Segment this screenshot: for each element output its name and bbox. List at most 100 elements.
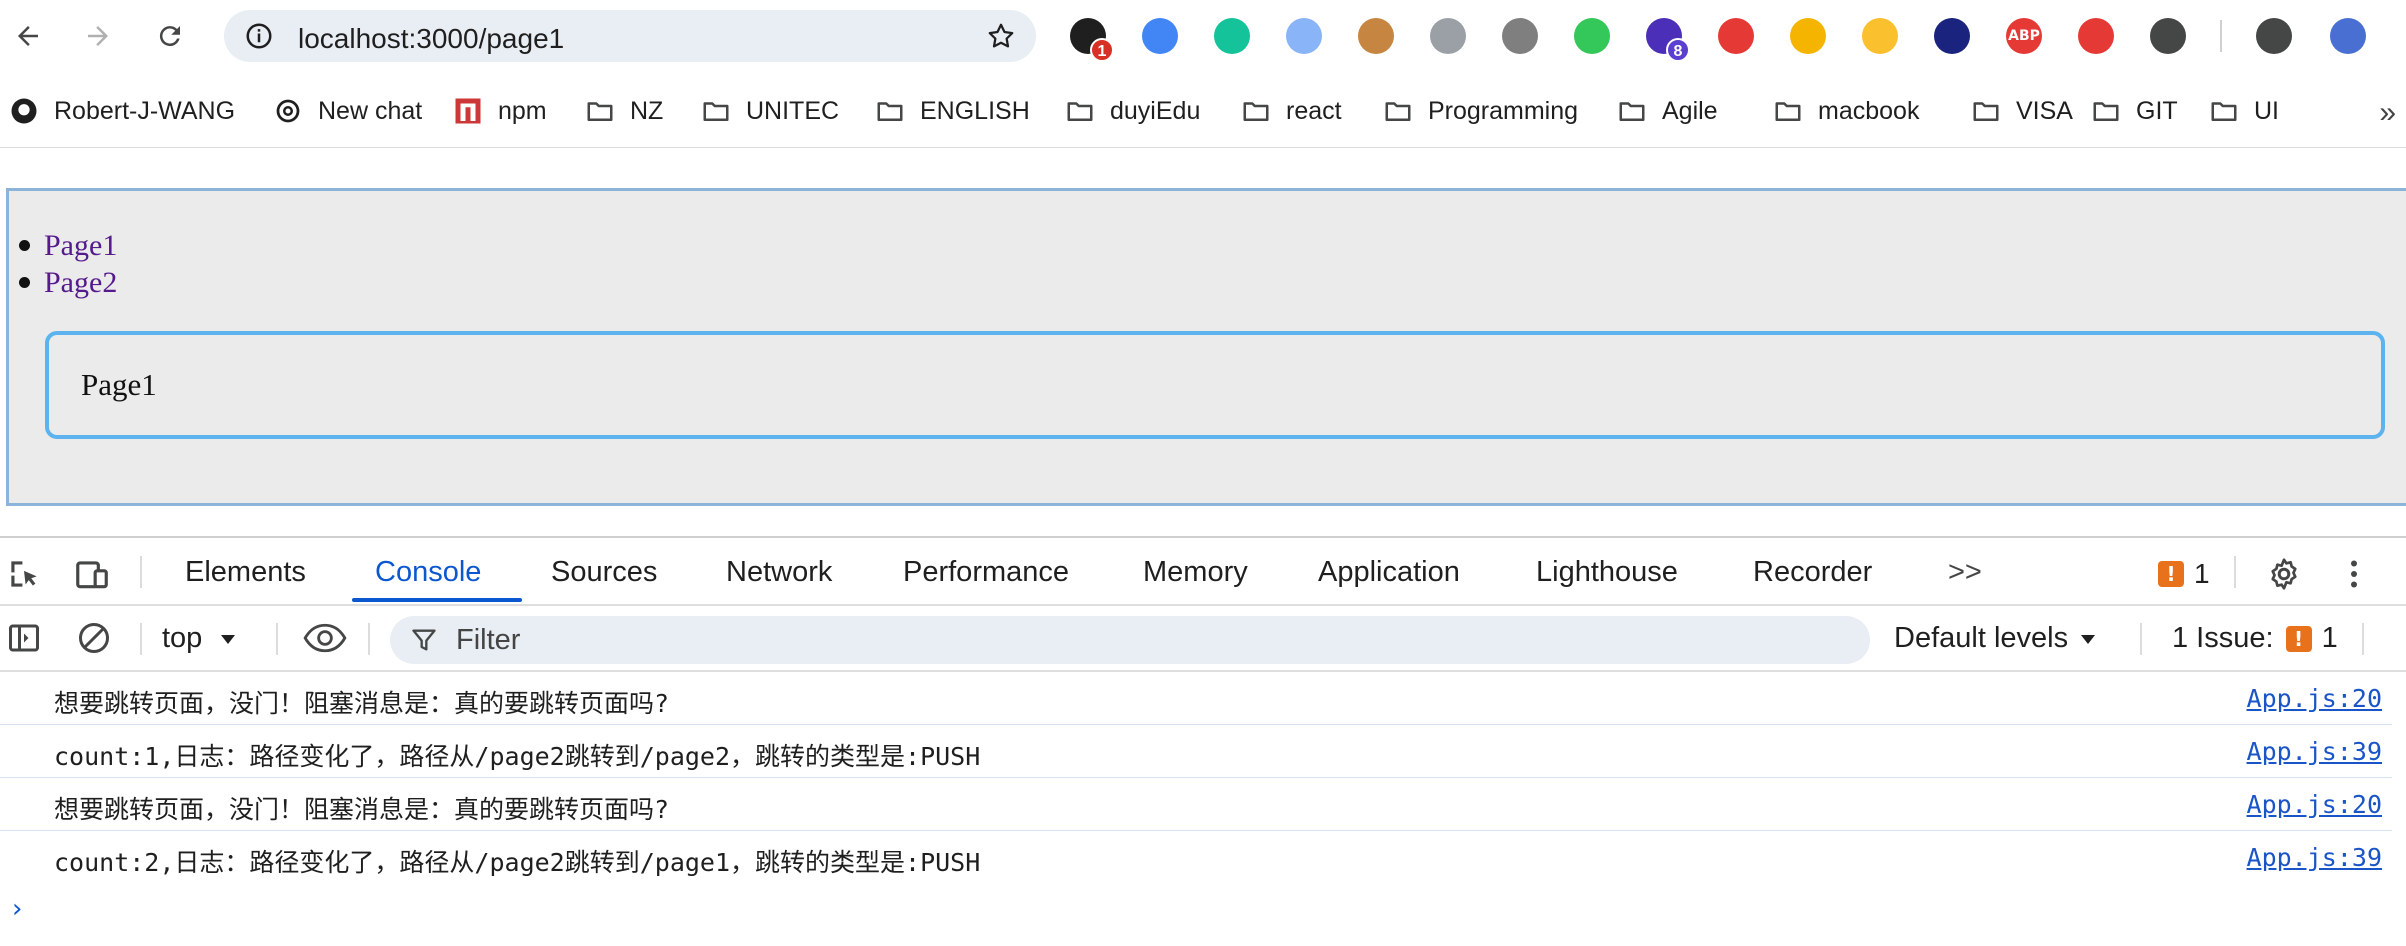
bookmark-label: macbook bbox=[1818, 96, 1920, 125]
bookmarks-overflow-icon[interactable]: » bbox=[2379, 96, 2396, 130]
n-ext-icon[interactable] bbox=[1574, 18, 1610, 54]
cookie-icon[interactable] bbox=[1358, 18, 1394, 54]
bookmark-programming[interactable]: Programming bbox=[1382, 94, 1578, 128]
kebab-menu-icon[interactable] bbox=[2334, 554, 2374, 594]
devtools-tab-bar: Elements Console Sources Network Perform… bbox=[0, 538, 2406, 606]
puzzle-icon[interactable] bbox=[2150, 18, 2186, 54]
settings-gear-icon[interactable] bbox=[2264, 554, 2304, 594]
tab-memory[interactable]: Memory bbox=[1143, 556, 1248, 589]
tab-recorder[interactable]: Recorder bbox=[1753, 556, 1872, 589]
log-message: count:2,日志：路径变化了，路径从/page2跳转到/page1，跳转的类… bbox=[54, 848, 981, 877]
folder-icon bbox=[1772, 95, 1804, 127]
grammarly-icon[interactable] bbox=[1214, 18, 1250, 54]
back-button[interactable] bbox=[6, 14, 50, 58]
log-source-link[interactable]: App.js:20 bbox=[2247, 684, 2382, 713]
chat-ext-icon[interactable]: 1 bbox=[1070, 18, 1114, 62]
tab-application[interactable]: Application bbox=[1318, 556, 1460, 589]
bookmark-label: UNITEC bbox=[746, 96, 840, 125]
sync-ext-icon[interactable] bbox=[1718, 18, 1754, 54]
adblock-icon[interactable]: ABP bbox=[2006, 18, 2042, 54]
context-selector[interactable]: top bbox=[162, 622, 240, 655]
sidebar-toggle-icon[interactable] bbox=[4, 618, 44, 658]
live-expression-eye-icon[interactable] bbox=[300, 618, 350, 658]
page-viewport: Page1 Page2 Page1 bbox=[0, 148, 2406, 536]
active-tab-indicator bbox=[352, 598, 522, 602]
bookmark-ui[interactable]: UI bbox=[2208, 94, 2279, 128]
bug-icon[interactable] bbox=[1502, 18, 1538, 54]
tab-divider bbox=[140, 556, 142, 588]
tab-network[interactable]: Network bbox=[726, 556, 832, 589]
profile-avatar-icon[interactable] bbox=[2330, 18, 2366, 54]
bookmark-label: Agile bbox=[1662, 96, 1718, 125]
inspect-element-icon[interactable] bbox=[4, 554, 44, 594]
log-source-link[interactable]: App.js:39 bbox=[2247, 737, 2382, 766]
log-source-link[interactable]: App.js:20 bbox=[2247, 790, 2382, 819]
more-tabs-button[interactable]: >> bbox=[1948, 556, 1982, 589]
forward-button[interactable] bbox=[76, 14, 120, 58]
bookmark-label: Robert-J-WANG bbox=[54, 96, 236, 125]
bookmark-visa[interactable]: VISA bbox=[1970, 94, 2073, 128]
bookmark-react[interactable]: react bbox=[1240, 94, 1342, 128]
bookmark-unitec[interactable]: UNITEC bbox=[700, 94, 839, 128]
bookmark-macbook[interactable]: macbook bbox=[1772, 94, 1919, 128]
tab-performance[interactable]: Performance bbox=[903, 556, 1069, 589]
arrow-left-icon bbox=[18, 26, 38, 46]
bookmark-robert-j-wang[interactable]: Robert-J-WANG bbox=[8, 94, 235, 128]
log-message: count:1,日志：路径变化了，路径从/page2跳转到/page2，跳转的类… bbox=[54, 742, 981, 771]
color-picker-icon[interactable] bbox=[1790, 18, 1826, 54]
site-info-icon[interactable] bbox=[244, 21, 274, 51]
bookmark-agile[interactable]: Agile bbox=[1616, 94, 1718, 128]
folder-icon bbox=[584, 95, 616, 127]
bookmark-new-chat[interactable]: New chat bbox=[272, 94, 422, 128]
bookmark-label: UI bbox=[2254, 96, 2279, 125]
bookmark-npm[interactable]: npm bbox=[452, 94, 547, 128]
tab-elements[interactable]: Elements bbox=[185, 556, 306, 589]
cube-ext-icon[interactable] bbox=[1934, 18, 1970, 54]
page2-link[interactable]: Page2 bbox=[44, 266, 117, 300]
bookmark-duyiedu[interactable]: duyiEdu bbox=[1064, 94, 1200, 128]
device-toggle-icon[interactable] bbox=[72, 554, 112, 594]
address-bar[interactable]: localhost:3000/page1 bbox=[224, 10, 1036, 62]
dropdown-arrow-icon bbox=[2081, 634, 2096, 644]
route-content-box: Page1 bbox=[45, 331, 2385, 439]
issues-count: 1 bbox=[2321, 622, 2338, 654]
issues-badge[interactable]: ! 1 bbox=[2158, 558, 2210, 590]
block-icon[interactable] bbox=[2078, 18, 2114, 54]
toolbar-divider bbox=[2362, 623, 2364, 655]
stack-ext-icon[interactable]: 8 bbox=[1646, 18, 1690, 62]
translate-icon[interactable] bbox=[1142, 18, 1178, 54]
log-source-link[interactable]: App.js:39 bbox=[2247, 843, 2382, 872]
bookmark-nz[interactable]: NZ bbox=[584, 94, 663, 128]
url-text[interactable]: localhost:3000/page1 bbox=[298, 23, 564, 55]
bookmark-label: duyiEdu bbox=[1110, 96, 1201, 125]
search-ext-icon[interactable] bbox=[1286, 18, 1322, 54]
media-icon[interactable] bbox=[2256, 18, 2292, 54]
folder-icon bbox=[1970, 95, 2002, 127]
list-item: Page1 bbox=[19, 227, 117, 264]
console-filter-field[interactable] bbox=[390, 616, 1870, 664]
route-content-text: Page1 bbox=[81, 367, 157, 402]
log-levels-value: Default levels bbox=[1894, 622, 2069, 654]
console-filter-input[interactable] bbox=[456, 616, 1836, 664]
camera-icon[interactable] bbox=[1430, 18, 1466, 54]
console-messages: 想要跳转页面，没门！阻塞消息是：真的要跳转页面吗? App.js:20 coun… bbox=[0, 672, 2406, 946]
reload-button[interactable] bbox=[148, 14, 192, 58]
bookmark-star-icon[interactable] bbox=[986, 21, 1016, 51]
log-levels-dropdown[interactable]: Default levels bbox=[1894, 622, 2100, 655]
page1-link[interactable]: Page1 bbox=[44, 229, 117, 263]
console-log-row: 想要跳转页面，没门！阻塞消息是：真的要跳转页面吗? App.js:20 bbox=[0, 778, 2392, 831]
bookmark-label: GIT bbox=[2136, 96, 2178, 125]
issues-counter[interactable]: 1 Issue: ! 1 bbox=[2172, 622, 2338, 655]
tab-lighthouse[interactable]: Lighthouse bbox=[1536, 556, 1678, 589]
bookmark-english[interactable]: ENGLISH bbox=[874, 94, 1030, 128]
console-prompt-icon[interactable]: › bbox=[12, 894, 22, 924]
bookmark-git[interactable]: GIT bbox=[2090, 94, 2178, 128]
toolbar-divider bbox=[140, 623, 142, 655]
tab-console[interactable]: Console bbox=[375, 556, 481, 589]
clear-console-icon[interactable] bbox=[74, 618, 114, 658]
mouse-ext-icon[interactable] bbox=[1862, 18, 1898, 54]
folder-icon bbox=[2090, 95, 2122, 127]
warning-icon: ! bbox=[2158, 561, 2184, 587]
tab-sources[interactable]: Sources bbox=[551, 556, 657, 589]
issues-badge-count: 1 bbox=[2194, 558, 2210, 589]
